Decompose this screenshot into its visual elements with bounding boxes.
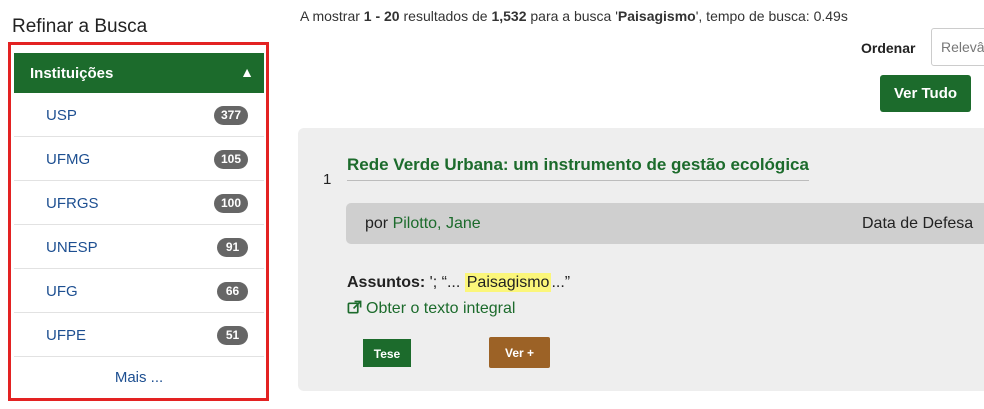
facet-header-label: Instituições	[30, 65, 114, 82]
facet-item-label[interactable]: UFRGS	[46, 195, 99, 212]
facet-item-label[interactable]: UFG	[46, 283, 78, 300]
view-all-button[interactable]: Ver Tudo	[880, 75, 971, 112]
results-summary: A mostrar 1 - 20 resultados de 1,532 par…	[300, 8, 848, 24]
subjects-label: Assuntos:	[347, 274, 426, 291]
document-type-badge[interactable]: Tese	[363, 339, 411, 367]
facet-count-badge: 91	[217, 238, 248, 257]
result-author-line: por Pilotto, Jane	[365, 215, 481, 233]
facet-item-label[interactable]: UFPE	[46, 327, 86, 344]
facet-count-badge: 105	[213, 150, 248, 169]
author-link[interactable]: Pilotto, Jane	[393, 215, 481, 232]
defense-date-label: Data de Defesa	[862, 215, 974, 232]
result-number: 1	[323, 171, 332, 188]
author-prefix: por	[365, 215, 393, 232]
subjects-post: ...”	[551, 274, 571, 291]
facet-count-badge: 51	[217, 326, 248, 345]
facet-item-ufpe[interactable]: UFPE 51	[14, 313, 264, 357]
facet-item-label[interactable]: UNESP	[46, 239, 98, 256]
facet-item-ufg[interactable]: UFG 66	[14, 269, 264, 313]
sort-label: Ordenar	[861, 40, 916, 56]
result-subjects: Assuntos: '; “... Paisagismo...”	[347, 273, 571, 292]
facet-item-label[interactable]: UFMG	[46, 151, 90, 168]
facet-header-instituicoes[interactable]: Instituições ▲	[14, 53, 264, 93]
fulltext-link[interactable]: Obter o texto integral	[347, 300, 515, 318]
sort-select[interactable]: Relevância	[931, 28, 984, 66]
result-title-link[interactable]: Rede Verde Urbana: um instrumento de ges…	[347, 155, 809, 181]
subjects-pre: '; “...	[425, 274, 461, 291]
facet-count-badge: 66	[217, 282, 248, 301]
facet-item-usp[interactable]: USP 377	[14, 93, 264, 137]
facet-count-badge: 377	[213, 106, 248, 125]
facet-list: USP 377 UFMG 105 UFRGS 100 UNESP 91 UFG …	[14, 93, 264, 357]
facet-more-link[interactable]: Mais ...	[14, 357, 264, 397]
facet-item-ufmg[interactable]: UFMG 105	[14, 137, 264, 181]
summary-for-search: para a busca '	[526, 8, 618, 24]
collapse-triangle-icon[interactable]: ▲	[240, 64, 254, 80]
summary-query: Paisagismo	[617, 8, 696, 24]
fulltext-label: Obter o texto integral	[366, 300, 516, 317]
sidebar-title: Refinar a Busca	[12, 16, 148, 37]
see-more-button[interactable]: Ver +	[489, 337, 550, 368]
facet-count-badge: 100	[213, 194, 248, 213]
summary-range: 1 - 20	[363, 8, 400, 24]
external-link-icon	[347, 300, 362, 314]
summary-total: 1,532	[491, 8, 527, 24]
summary-prefix: A mostrar	[300, 8, 364, 24]
facet-item-unesp[interactable]: UNESP 91	[14, 225, 264, 269]
summary-mid: resultados de	[399, 8, 492, 24]
subject-highlight: Paisagismo	[464, 273, 552, 292]
summary-suffix: ', tempo de busca: 0.49s	[695, 8, 848, 24]
facet-item-label[interactable]: USP	[46, 107, 77, 124]
facet-item-ufrgs[interactable]: UFRGS 100	[14, 181, 264, 225]
